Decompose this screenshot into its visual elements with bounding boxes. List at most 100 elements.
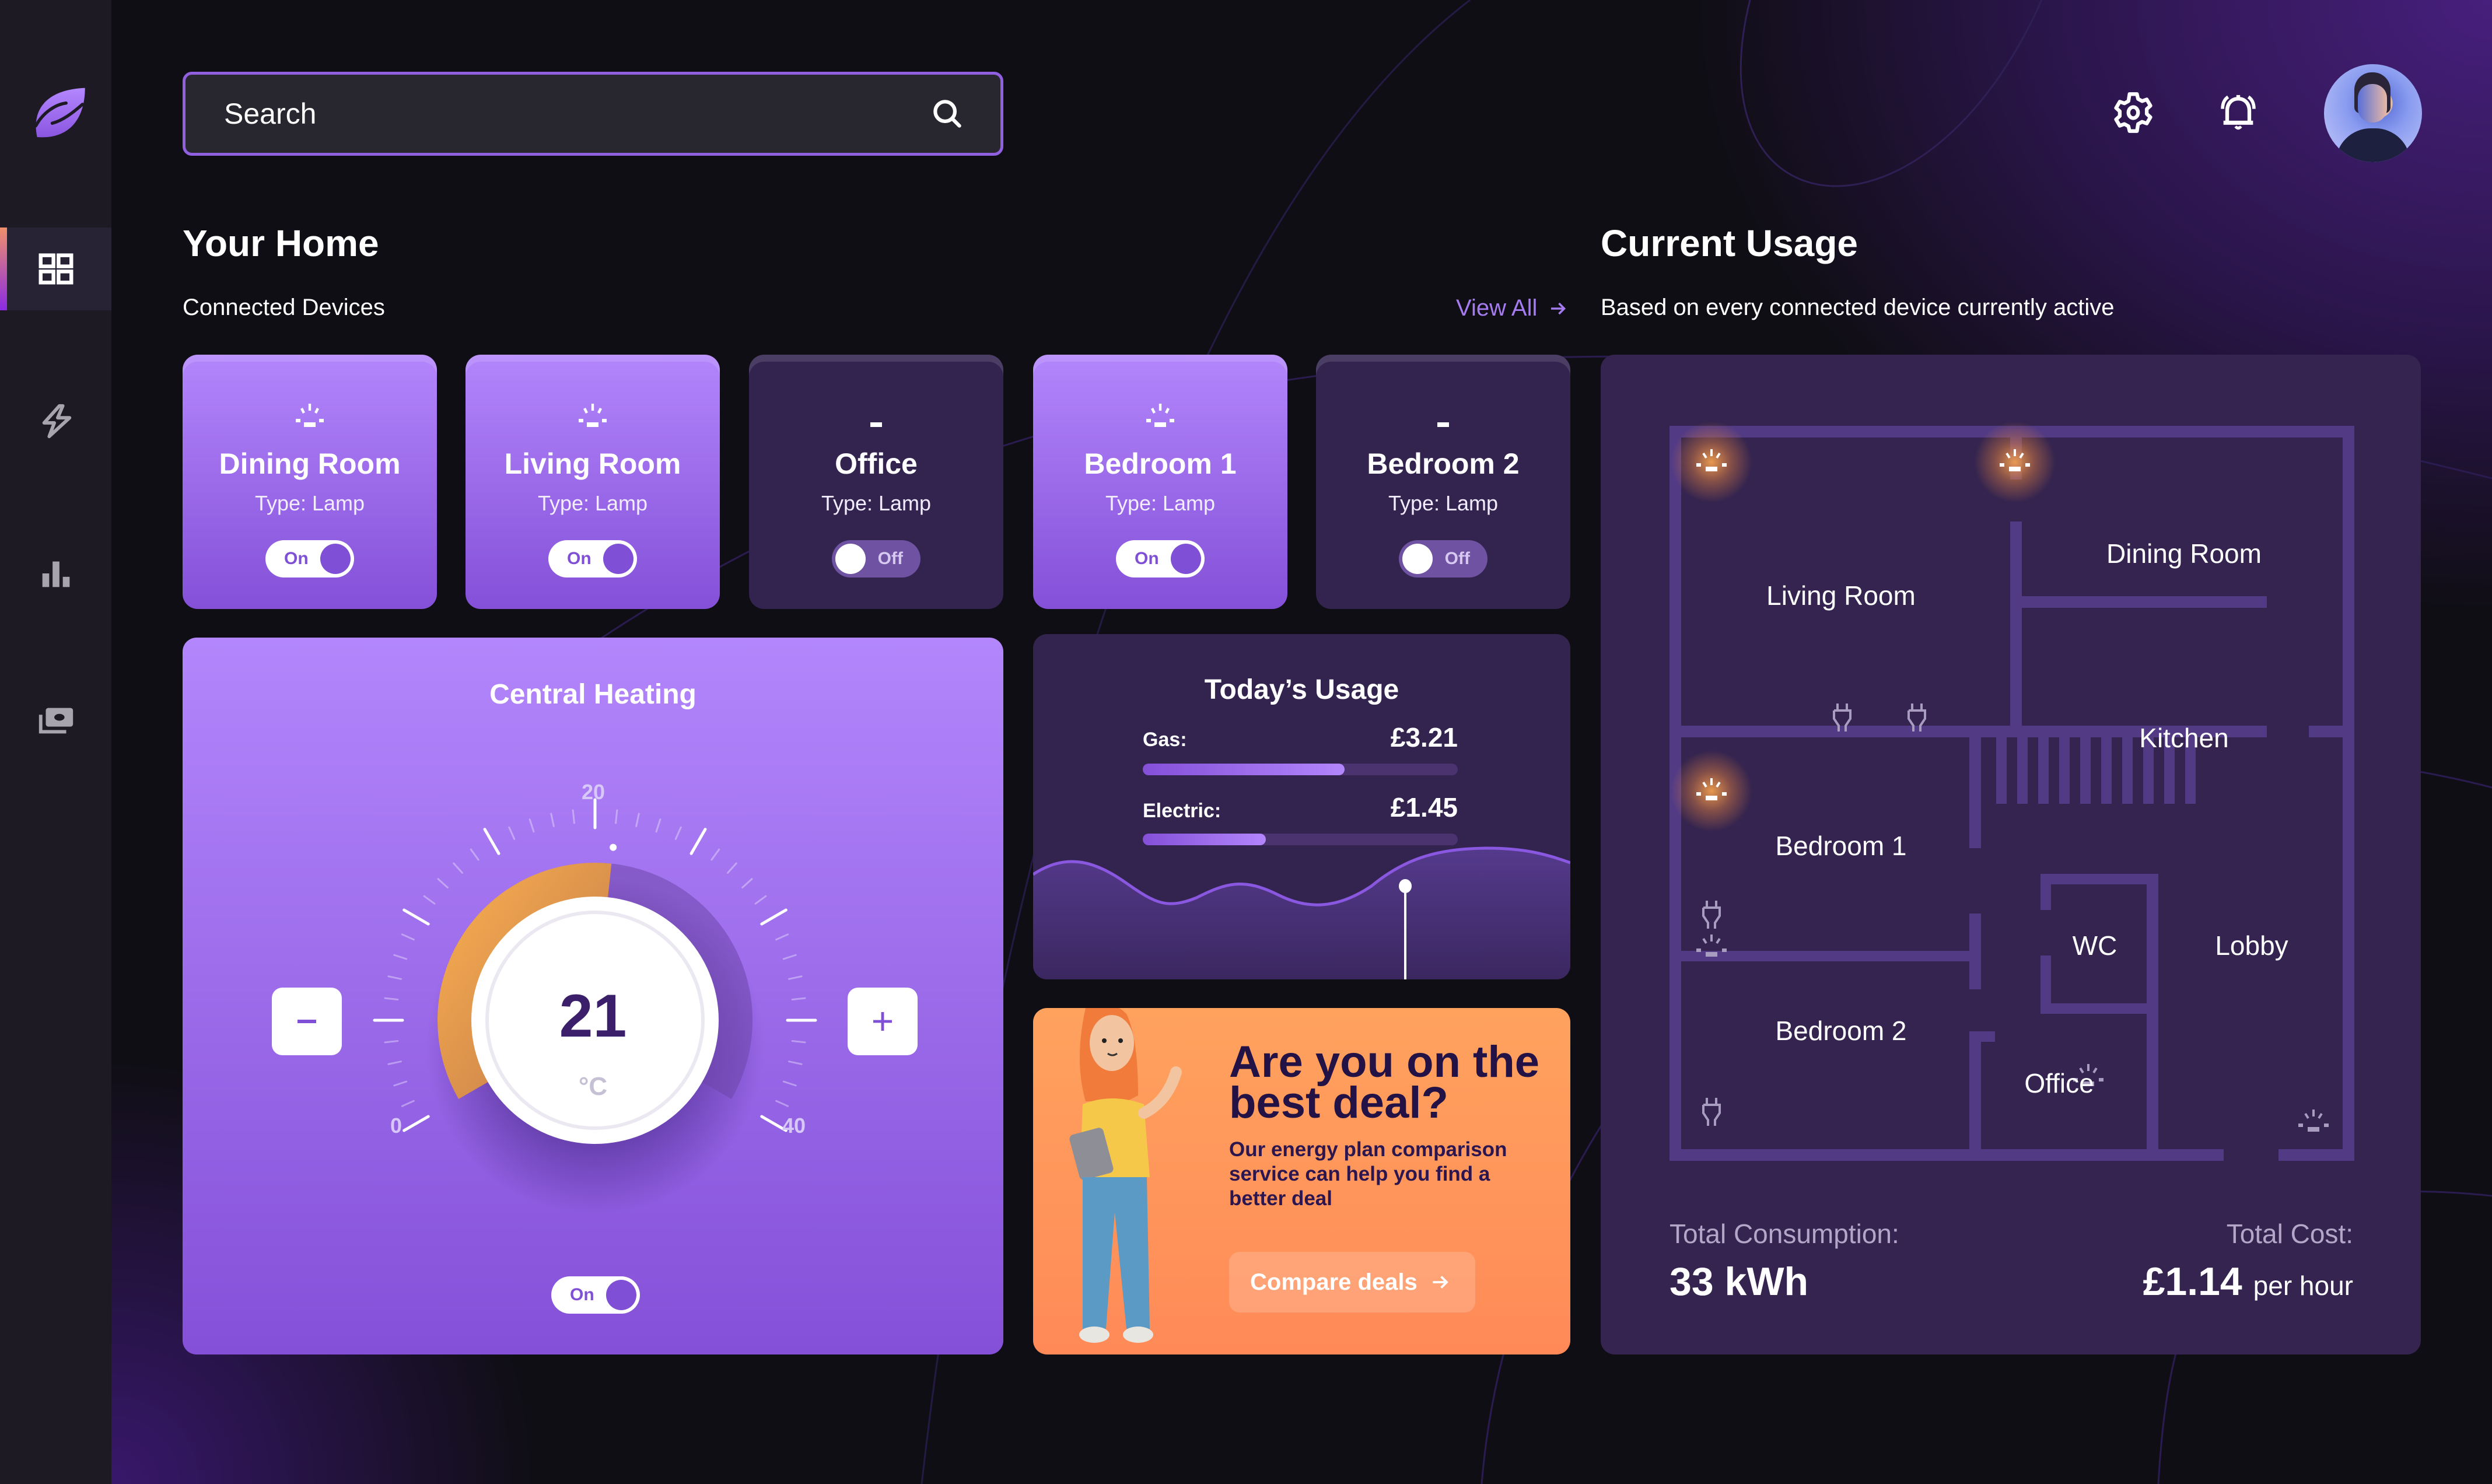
device-type: Type: Lamp (254, 491, 365, 515)
device-toggle-label: On (1135, 549, 1159, 568)
device-type: Type: Lamp (537, 491, 648, 515)
plug-icon[interactable] (1702, 901, 1721, 929)
room-label: Living Room (1766, 580, 1916, 611)
device-name: Bedroom 2 (1367, 447, 1520, 480)
user-avatar[interactable] (2324, 64, 2422, 162)
dial-minor-tick (423, 895, 436, 905)
minus-icon (298, 1020, 316, 1023)
wave-area (1033, 848, 1570, 979)
device-toggle[interactable]: Off (1399, 540, 1488, 578)
sidebar-item-energy[interactable] (0, 380, 111, 463)
lamp-on-icon[interactable] (1671, 750, 1752, 832)
promo-body: Our energy plan comparison service can h… (1229, 1138, 1507, 1210)
gas-value: £3.21 (1390, 722, 1458, 752)
decrease-temp-button[interactable] (272, 988, 342, 1055)
plug-icon[interactable] (1702, 1098, 1721, 1126)
dial-indicator-dot (610, 844, 617, 851)
sidebar-item-dashboard[interactable] (0, 228, 111, 310)
dial-minor-tick (508, 826, 516, 840)
device-toggle[interactable]: On (265, 540, 354, 578)
total-consumption-value: 33 kWh (1670, 1259, 1809, 1304)
lamp-on-icon (296, 404, 324, 427)
lamp-on-icon[interactable] (1671, 421, 1752, 503)
dial-minor-tick (387, 1060, 402, 1065)
money-icon (38, 708, 73, 734)
current-usage-title: Current Usage (1601, 222, 1858, 264)
compare-deals-button[interactable]: Compare deals (1229, 1252, 1475, 1312)
device-type: Type: Lamp (1388, 491, 1499, 515)
device-type: Type: Lamp (1105, 491, 1216, 515)
scale-label-max: 40 (782, 1114, 806, 1138)
lamp-on-icon (1146, 404, 1174, 427)
sidebar-item-stats[interactable] (0, 532, 111, 615)
device-toggle[interactable]: On (548, 540, 637, 578)
temperature-unit: °C (578, 1072, 608, 1101)
dial-minor-tick (775, 933, 789, 941)
todays-usage-card: Today’s Usage Gas: £3.21 Electric: £1.45 (1033, 634, 1570, 979)
gas-progress-bar (1143, 764, 1458, 775)
bell-icon[interactable] (2216, 90, 2260, 135)
dial-minor-tick (401, 933, 415, 941)
wave-cursor-dot[interactable] (1399, 879, 1412, 893)
dial-minor-tick (655, 818, 662, 833)
current-usage-subtitle: Based on every connected device currentl… (1601, 295, 2115, 320)
lamp-off-icon (870, 422, 882, 427)
room-label: Kitchen (2139, 723, 2229, 753)
device-name: Office (835, 447, 918, 480)
dial-minor-tick (572, 809, 575, 824)
view-all-label: View All (1456, 295, 1538, 321)
device-card[interactable]: Office Type: Lamp Off (749, 355, 1003, 609)
lamp-on-icon[interactable] (1974, 421, 2056, 503)
device-card[interactable]: Bedroom 2 Type: Lamp Off (1316, 355, 1570, 609)
device-type: Type: Lamp (821, 491, 932, 515)
central-heating-card: Central Heating 21 °C 20 0 40 On (183, 638, 1003, 1354)
bar-chart-icon (42, 561, 69, 587)
dial-major-tick (483, 828, 501, 855)
gas-progress-fill (1143, 764, 1345, 775)
dial-minor-tick (470, 848, 480, 861)
dial-minor-tick (550, 813, 555, 827)
dial-minor-tick (387, 975, 402, 980)
device-toggle-label: Off (877, 549, 903, 568)
device-card[interactable]: Bedroom 1 Type: Lamp On (1033, 355, 1287, 609)
promo-headline: Are you on the best deal? (1229, 1037, 1540, 1128)
device-name: Dining Room (219, 447, 401, 480)
room-label: Bedroom 1 (1775, 831, 1907, 861)
heating-toggle-label: On (570, 1285, 594, 1304)
gas-label: Gas: (1143, 729, 1187, 751)
electric-value: £1.45 (1390, 792, 1458, 822)
floor-plan-walls (1670, 426, 2354, 1161)
increase-temp-button[interactable] (848, 988, 918, 1055)
dial-minor-tick (741, 878, 753, 888)
arrow-right-icon (1433, 1276, 1448, 1289)
room-label: Dining Room (2106, 538, 2262, 569)
heating-toggle[interactable]: On (551, 1276, 640, 1314)
dial-minor-tick (615, 809, 618, 824)
scale-label-min: 0 (390, 1114, 402, 1138)
leaf-logo-icon[interactable] (24, 82, 88, 145)
device-toggle[interactable]: On (1116, 540, 1205, 578)
search-icon[interactable] (929, 96, 965, 132)
gear-icon[interactable] (2111, 90, 2155, 135)
lamp-off-icon[interactable] (2298, 1110, 2329, 1132)
search-input[interactable] (224, 97, 929, 131)
todays-usage-title: Today’s Usage (1204, 674, 1399, 705)
total-cost-value: £1.14 per hour (2143, 1259, 2353, 1304)
device-card[interactable]: Dining Room Type: Lamp On (183, 355, 437, 609)
dial-minor-tick (401, 1100, 415, 1107)
dial-minor-tick (782, 954, 797, 960)
room-label: Office (2024, 1068, 2094, 1098)
search-bar[interactable] (183, 72, 1003, 156)
device-card[interactable]: Living Room Type: Lamp On (466, 355, 720, 609)
dial-major-tick (760, 908, 788, 926)
total-cost-unit: per hour (2253, 1270, 2353, 1301)
device-name: Bedroom 1 (1084, 447, 1237, 480)
dial-minor-tick (674, 826, 682, 840)
device-toggle[interactable]: Off (832, 540, 921, 578)
sidebar-item-billing[interactable] (0, 678, 111, 761)
dial-minor-tick (710, 848, 720, 861)
total-cost-label: Total Cost: (2226, 1219, 2353, 1249)
dial-minor-tick (754, 895, 767, 905)
total-cost-amount: £1.14 (2143, 1259, 2242, 1304)
view-all-link[interactable]: View All (1456, 295, 1569, 321)
